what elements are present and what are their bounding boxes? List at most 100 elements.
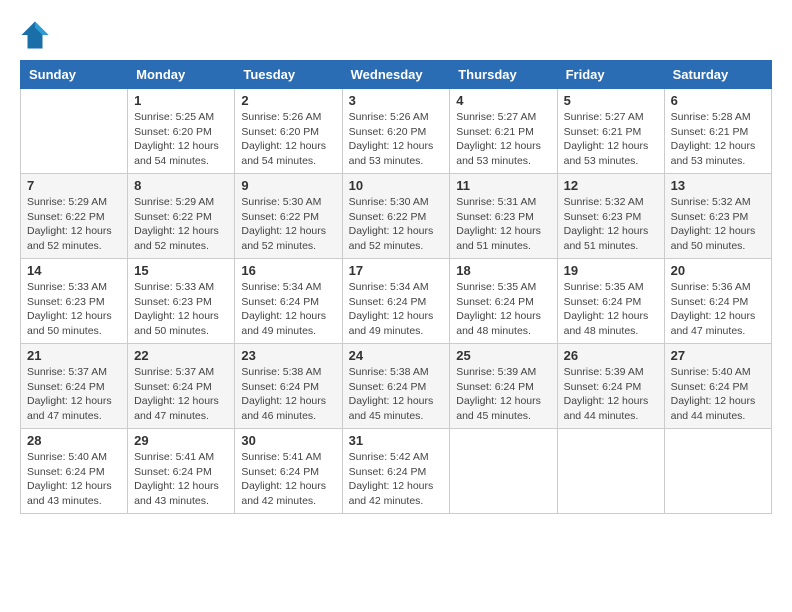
- day-number: 21: [27, 348, 121, 363]
- day-number: 8: [134, 178, 228, 193]
- day-header-sunday: Sunday: [21, 61, 128, 89]
- day-info: Sunrise: 5:26 AMSunset: 6:20 PMDaylight:…: [241, 110, 335, 169]
- calendar-cell: 22 Sunrise: 5:37 AMSunset: 6:24 PMDayligh…: [128, 344, 235, 429]
- day-info: Sunrise: 5:34 AMSunset: 6:24 PMDaylight:…: [349, 280, 444, 339]
- day-number: 27: [671, 348, 765, 363]
- calendar-table: SundayMondayTuesdayWednesdayThursdayFrid…: [20, 60, 772, 514]
- day-info: Sunrise: 5:27 AMSunset: 6:21 PMDaylight:…: [564, 110, 658, 169]
- day-info: Sunrise: 5:41 AMSunset: 6:24 PMDaylight:…: [134, 450, 228, 509]
- day-info: Sunrise: 5:41 AMSunset: 6:24 PMDaylight:…: [241, 450, 335, 509]
- calendar-cell: 13 Sunrise: 5:32 AMSunset: 6:23 PMDayligh…: [664, 174, 771, 259]
- day-number: 6: [671, 93, 765, 108]
- calendar-cell: [21, 89, 128, 174]
- calendar-cell: 15 Sunrise: 5:33 AMSunset: 6:23 PMDayligh…: [128, 259, 235, 344]
- calendar-cell: 5 Sunrise: 5:27 AMSunset: 6:21 PMDaylight…: [557, 89, 664, 174]
- day-info: Sunrise: 5:26 AMSunset: 6:20 PMDaylight:…: [349, 110, 444, 169]
- day-number: 3: [349, 93, 444, 108]
- calendar-cell: 10Sunrise: 5:30 AMSunset: 6:22 PMDayligh…: [342, 174, 450, 259]
- day-number: 7: [27, 178, 121, 193]
- day-info: Sunrise: 5:32 AMSunset: 6:23 PMDaylight:…: [564, 195, 658, 254]
- day-header-tuesday: Tuesday: [235, 61, 342, 89]
- day-info: Sunrise: 5:38 AMSunset: 6:24 PMDaylight:…: [241, 365, 335, 424]
- day-info: Sunrise: 5:30 AMSunset: 6:22 PMDaylight:…: [241, 195, 335, 254]
- calendar-cell: 17Sunrise: 5:34 AMSunset: 6:24 PMDayligh…: [342, 259, 450, 344]
- calendar-cell: 26Sunrise: 5:39 AMSunset: 6:24 PMDayligh…: [557, 344, 664, 429]
- logo: [20, 20, 54, 50]
- day-number: 23: [241, 348, 335, 363]
- day-number: 4: [456, 93, 550, 108]
- day-number: 11: [456, 178, 550, 193]
- day-info: Sunrise: 5:40 AMSunset: 6:24 PMDaylight:…: [27, 450, 121, 509]
- day-number: 19: [564, 263, 658, 278]
- calendar-cell: 28 Sunrise: 5:40 AMSunset: 6:24 PMDayligh…: [21, 429, 128, 514]
- calendar-cell: 6 Sunrise: 5:28 AMSunset: 6:21 PMDaylight…: [664, 89, 771, 174]
- logo-icon: [20, 20, 50, 50]
- day-number: 29: [134, 433, 228, 448]
- week-row-1: 1Sunrise: 5:25 AMSunset: 6:20 PMDaylight…: [21, 89, 772, 174]
- day-info: Sunrise: 5:38 AMSunset: 6:24 PMDaylight:…: [349, 365, 444, 424]
- calendar-cell: 4 Sunrise: 5:27 AMSunset: 6:21 PMDaylight…: [450, 89, 557, 174]
- day-header-monday: Monday: [128, 61, 235, 89]
- day-number: 13: [671, 178, 765, 193]
- day-number: 25: [456, 348, 550, 363]
- calendar-cell: [557, 429, 664, 514]
- calendar-cell: [664, 429, 771, 514]
- day-header-wednesday: Wednesday: [342, 61, 450, 89]
- calendar-cell: 24Sunrise: 5:38 AMSunset: 6:24 PMDayligh…: [342, 344, 450, 429]
- day-info: Sunrise: 5:39 AMSunset: 6:24 PMDaylight:…: [456, 365, 550, 424]
- day-header-saturday: Saturday: [664, 61, 771, 89]
- calendar-cell: 3 Sunrise: 5:26 AMSunset: 6:20 PMDaylight…: [342, 89, 450, 174]
- day-info: Sunrise: 5:42 AMSunset: 6:24 PMDaylight:…: [349, 450, 444, 509]
- calendar-cell: 1Sunrise: 5:25 AMSunset: 6:20 PMDaylight…: [128, 89, 235, 174]
- calendar-cell: 8 Sunrise: 5:29 AMSunset: 6:22 PMDaylight…: [128, 174, 235, 259]
- day-number: 15: [134, 263, 228, 278]
- calendar-cell: [450, 429, 557, 514]
- day-info: Sunrise: 5:29 AMSunset: 6:22 PMDaylight:…: [134, 195, 228, 254]
- calendar-cell: 16 Sunrise: 5:34 AMSunset: 6:24 PMDayligh…: [235, 259, 342, 344]
- day-number: 22: [134, 348, 228, 363]
- day-info: Sunrise: 5:28 AMSunset: 6:21 PMDaylight:…: [671, 110, 765, 169]
- day-info: Sunrise: 5:37 AMSunset: 6:24 PMDaylight:…: [27, 365, 121, 424]
- calendar-cell: 27Sunrise: 5:40 AMSunset: 6:24 PMDayligh…: [664, 344, 771, 429]
- calendar-cell: 19 Sunrise: 5:35 AMSunset: 6:24 PMDayligh…: [557, 259, 664, 344]
- day-number: 18: [456, 263, 550, 278]
- week-row-5: 28 Sunrise: 5:40 AMSunset: 6:24 PMDayligh…: [21, 429, 772, 514]
- day-number: 28: [27, 433, 121, 448]
- day-info: Sunrise: 5:33 AMSunset: 6:23 PMDaylight:…: [134, 280, 228, 339]
- day-info: Sunrise: 5:32 AMSunset: 6:23 PMDaylight:…: [671, 195, 765, 254]
- day-header-thursday: Thursday: [450, 61, 557, 89]
- day-header-friday: Friday: [557, 61, 664, 89]
- calendar-cell: 23 Sunrise: 5:38 AMSunset: 6:24 PMDayligh…: [235, 344, 342, 429]
- calendar-cell: 31 Sunrise: 5:42 AMSunset: 6:24 PMDayligh…: [342, 429, 450, 514]
- day-number: 16: [241, 263, 335, 278]
- day-info: Sunrise: 5:27 AMSunset: 6:21 PMDaylight:…: [456, 110, 550, 169]
- week-row-2: 7 Sunrise: 5:29 AMSunset: 6:22 PMDaylight…: [21, 174, 772, 259]
- day-info: Sunrise: 5:34 AMSunset: 6:24 PMDaylight:…: [241, 280, 335, 339]
- day-number: 5: [564, 93, 658, 108]
- day-info: Sunrise: 5:25 AMSunset: 6:20 PMDaylight:…: [134, 110, 228, 169]
- calendar-cell: 25 Sunrise: 5:39 AMSunset: 6:24 PMDayligh…: [450, 344, 557, 429]
- day-number: 2: [241, 93, 335, 108]
- day-info: Sunrise: 5:37 AMSunset: 6:24 PMDaylight:…: [134, 365, 228, 424]
- day-number: 9: [241, 178, 335, 193]
- header: [20, 20, 772, 50]
- week-row-4: 21 Sunrise: 5:37 AMSunset: 6:24 PMDayligh…: [21, 344, 772, 429]
- day-number: 14: [27, 263, 121, 278]
- day-number: 31: [349, 433, 444, 448]
- day-number: 10: [349, 178, 444, 193]
- calendar-cell: 9 Sunrise: 5:30 AMSunset: 6:22 PMDaylight…: [235, 174, 342, 259]
- calendar-cell: 12Sunrise: 5:32 AMSunset: 6:23 PMDayligh…: [557, 174, 664, 259]
- calendar-cell: 18Sunrise: 5:35 AMSunset: 6:24 PMDayligh…: [450, 259, 557, 344]
- day-info: Sunrise: 5:36 AMSunset: 6:24 PMDaylight:…: [671, 280, 765, 339]
- calendar-cell: 11 Sunrise: 5:31 AMSunset: 6:23 PMDayligh…: [450, 174, 557, 259]
- day-info: Sunrise: 5:31 AMSunset: 6:23 PMDaylight:…: [456, 195, 550, 254]
- calendar-cell: 20 Sunrise: 5:36 AMSunset: 6:24 PMDayligh…: [664, 259, 771, 344]
- day-number: 30: [241, 433, 335, 448]
- day-number: 20: [671, 263, 765, 278]
- calendar-cell: 29 Sunrise: 5:41 AMSunset: 6:24 PMDayligh…: [128, 429, 235, 514]
- day-info: Sunrise: 5:33 AMSunset: 6:23 PMDaylight:…: [27, 280, 121, 339]
- calendar-cell: 7Sunrise: 5:29 AMSunset: 6:22 PMDaylight…: [21, 174, 128, 259]
- day-info: Sunrise: 5:35 AMSunset: 6:24 PMDaylight:…: [564, 280, 658, 339]
- calendar-cell: 14 Sunrise: 5:33 AMSunset: 6:23 PMDayligh…: [21, 259, 128, 344]
- calendar-cell: 21 Sunrise: 5:37 AMSunset: 6:24 PMDayligh…: [21, 344, 128, 429]
